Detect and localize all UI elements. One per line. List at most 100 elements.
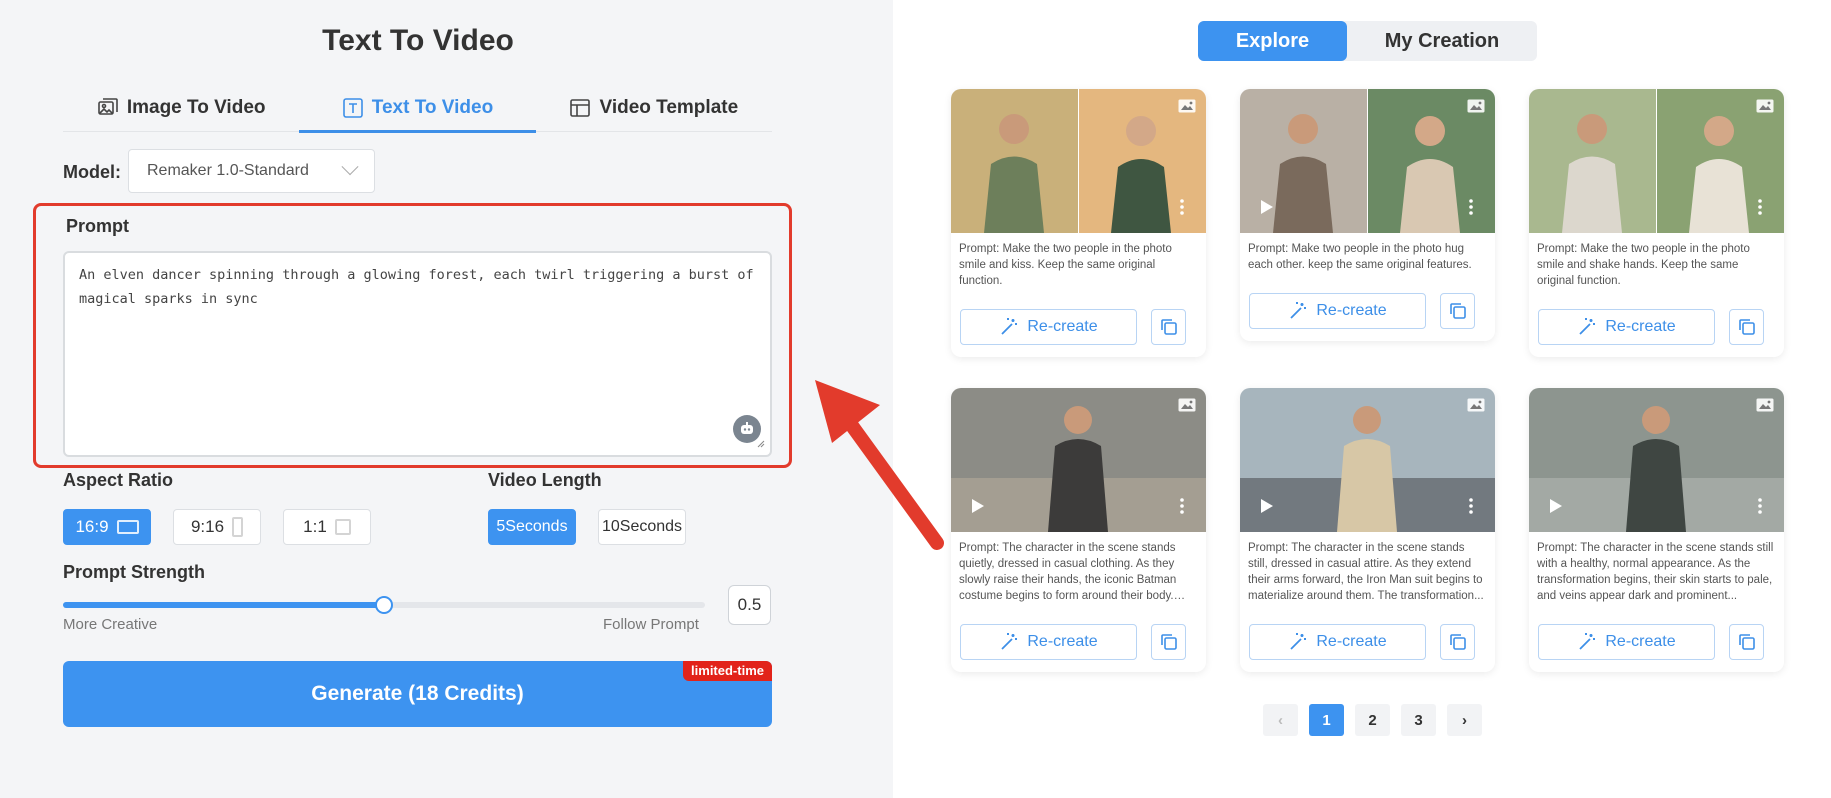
image-icon[interactable] bbox=[1178, 398, 1196, 412]
more-vertical-icon[interactable] bbox=[1758, 498, 1762, 514]
recreate-label: Re-create bbox=[1605, 318, 1676, 335]
ratio-16-9-button[interactable]: 16:9 bbox=[63, 509, 151, 545]
image-icon[interactable] bbox=[1756, 99, 1774, 113]
image-to-video-icon bbox=[98, 97, 118, 115]
card-prompt-text: Prompt: The character in the scene stand… bbox=[1537, 542, 1774, 602]
example-thumbnail[interactable] bbox=[1240, 89, 1495, 233]
prompt-textarea[interactable]: An elven dancer spinning through a glowi… bbox=[63, 251, 772, 457]
strength-value-input[interactable]: 0.5 bbox=[728, 585, 771, 625]
recreate-button[interactable]: Re-create bbox=[960, 309, 1137, 345]
image-icon[interactable] bbox=[1178, 99, 1196, 113]
length-10s-button[interactable]: 10Seconds bbox=[598, 509, 686, 545]
copy-button[interactable] bbox=[1729, 624, 1764, 660]
example-card[interactable]: Prompt: Make the two people in the photo… bbox=[1529, 89, 1784, 357]
pagination: ‹ 1 2 3 › bbox=[1263, 704, 1482, 736]
copy-button[interactable] bbox=[1440, 293, 1475, 329]
tab-text-to-video[interactable]: Text To Video bbox=[299, 84, 536, 133]
prompt-section-highlight: Prompt An elven dancer spinning through … bbox=[33, 203, 792, 468]
example-thumbnail[interactable] bbox=[951, 89, 1206, 233]
recreate-label: Re-create bbox=[1027, 633, 1098, 650]
more-vertical-icon[interactable] bbox=[1180, 498, 1184, 514]
page-3-button[interactable]: 3 bbox=[1401, 704, 1436, 736]
more-vertical-icon[interactable] bbox=[1469, 498, 1473, 514]
card-prompt-text: Prompt: The character in the scene stand… bbox=[959, 542, 1177, 602]
example-thumbnail[interactable] bbox=[951, 388, 1206, 532]
square-icon bbox=[334, 519, 351, 535]
recreate-button[interactable]: Re-create bbox=[960, 624, 1137, 660]
model-select-value: Remaker 1.0-Standard bbox=[147, 162, 309, 179]
card-actions: Re-create bbox=[1249, 293, 1475, 329]
more-vertical-icon[interactable] bbox=[1758, 199, 1762, 215]
slider-fill bbox=[63, 602, 384, 608]
play-icon[interactable] bbox=[971, 498, 985, 514]
text-to-video-panel: Text To Video Image To Video Text To Vid… bbox=[0, 0, 893, 798]
example-card[interactable]: Prompt: Make the two people in the photo… bbox=[951, 89, 1206, 357]
play-icon[interactable] bbox=[1260, 498, 1274, 514]
page-title: Text To Video bbox=[322, 24, 514, 57]
page-2-button[interactable]: 2 bbox=[1355, 704, 1390, 736]
mode-tabs: Image To Video Text To Video Video Templ… bbox=[63, 84, 772, 133]
generate-button[interactable]: Generate (18 Credits) limited-time bbox=[63, 661, 772, 727]
ratio-9-16-button[interactable]: 9:16 bbox=[173, 509, 261, 545]
example-thumbnail[interactable] bbox=[1529, 89, 1784, 233]
example-card[interactable]: Prompt: The character in the scene stand… bbox=[951, 388, 1206, 672]
recreate-button[interactable]: Re-create bbox=[1249, 624, 1426, 660]
example-thumbnail[interactable] bbox=[1240, 388, 1495, 532]
tab-my-creation[interactable]: My Creation bbox=[1347, 21, 1537, 61]
magic-wand-icon bbox=[1579, 318, 1596, 335]
example-thumbnail[interactable] bbox=[1529, 388, 1784, 532]
ratio-label: 1:1 bbox=[303, 517, 327, 536]
next-page-button[interactable]: › bbox=[1447, 704, 1482, 736]
play-icon[interactable] bbox=[1260, 199, 1274, 215]
copy-button[interactable] bbox=[1440, 624, 1475, 660]
card-actions: Re-create bbox=[1249, 624, 1475, 660]
image-icon[interactable] bbox=[1467, 99, 1485, 113]
tab-label: Text To Video bbox=[371, 96, 494, 118]
recreate-button[interactable]: Re-create bbox=[1249, 293, 1426, 329]
length-5s-button[interactable]: 5Seconds bbox=[488, 509, 576, 545]
recreate-label: Re-create bbox=[1316, 302, 1387, 319]
ratio-1-1-button[interactable]: 1:1 bbox=[283, 509, 371, 545]
model-select[interactable]: Remaker 1.0-Standard bbox=[128, 149, 375, 193]
example-card[interactable]: Prompt: The character in the scene stand… bbox=[1240, 388, 1495, 672]
prev-page-button[interactable]: ‹ bbox=[1263, 704, 1298, 736]
prompt-strength-label: Prompt Strength bbox=[63, 562, 205, 582]
card-prompt-text: Prompt: Make the two people in the photo… bbox=[1537, 243, 1750, 287]
image-icon[interactable] bbox=[1756, 398, 1774, 412]
example-card[interactable]: Prompt: Make two people in the photo hug… bbox=[1240, 89, 1495, 341]
more-vertical-icon[interactable] bbox=[1180, 199, 1184, 215]
recreate-button[interactable]: Re-create bbox=[1538, 309, 1715, 345]
recreate-label: Re-create bbox=[1027, 318, 1098, 335]
chevron-down-icon bbox=[341, 158, 359, 176]
tab-video-template[interactable]: Video Template bbox=[536, 84, 772, 131]
copy-button[interactable] bbox=[1729, 309, 1764, 345]
more-vertical-icon[interactable] bbox=[1469, 199, 1473, 215]
copy-icon bbox=[1160, 634, 1177, 650]
copy-icon bbox=[1738, 634, 1755, 650]
copy-button[interactable] bbox=[1151, 624, 1186, 660]
resize-grip-icon[interactable] bbox=[755, 438, 765, 448]
gallery-panel: Explore My Creation Prompt: Make the two… bbox=[893, 0, 1831, 798]
recreate-label: Re-create bbox=[1605, 633, 1676, 650]
magic-wand-icon bbox=[1001, 318, 1018, 335]
portrait-icon bbox=[232, 517, 244, 537]
tab-label: Video Template bbox=[599, 96, 739, 118]
play-icon[interactable] bbox=[1549, 498, 1563, 514]
card-prompt-text: Prompt: The character in the scene stand… bbox=[1248, 542, 1484, 602]
example-card[interactable]: Prompt: The character in the scene stand… bbox=[1529, 388, 1784, 672]
tab-image-to-video[interactable]: Image To Video bbox=[63, 84, 299, 131]
recreate-button[interactable]: Re-create bbox=[1538, 624, 1715, 660]
strength-slider[interactable] bbox=[63, 596, 705, 614]
ratio-label: 16:9 bbox=[75, 517, 109, 536]
slider-thumb[interactable] bbox=[375, 596, 393, 614]
copy-icon bbox=[1449, 303, 1466, 319]
copy-icon bbox=[1160, 319, 1177, 335]
landscape-icon bbox=[116, 520, 139, 534]
image-icon[interactable] bbox=[1467, 398, 1485, 412]
recreate-label: Re-create bbox=[1316, 633, 1387, 650]
page-1-button[interactable]: 1 bbox=[1309, 704, 1344, 736]
copy-button[interactable] bbox=[1151, 309, 1186, 345]
card-actions: Re-create bbox=[1538, 309, 1764, 345]
tab-explore[interactable]: Explore bbox=[1198, 21, 1347, 61]
card-actions: Re-create bbox=[1538, 624, 1764, 660]
